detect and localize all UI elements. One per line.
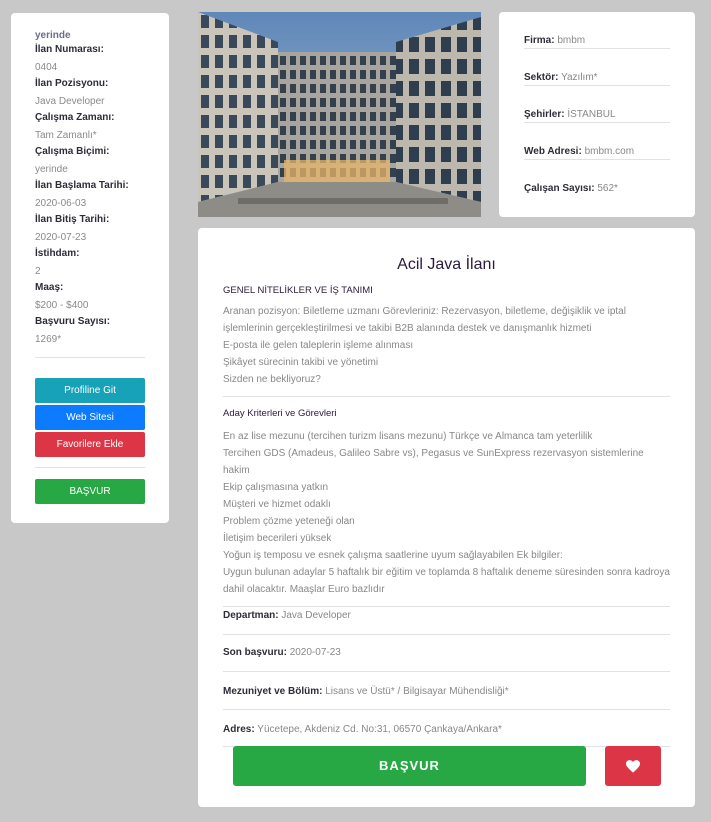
address-value: Yücetepe, Akdeniz Cd. No:31, 06570 Çanka… xyxy=(257,724,502,735)
department-value: Java Developer xyxy=(281,610,351,621)
end-date-label: İlan Bitiş Tarihi: xyxy=(35,214,110,225)
work-time-label: Çalışma Zamanı: xyxy=(35,112,115,123)
salary-label: Maaş: xyxy=(35,282,64,293)
end-date-value: 2020-07-23 xyxy=(35,232,87,243)
add-to-favorites-button[interactable]: Favorilere Ekle xyxy=(35,432,145,457)
divider xyxy=(35,467,145,468)
web-address-value: bmbm.com xyxy=(584,146,635,157)
work-style-top: yerinde xyxy=(35,30,71,41)
heart-icon xyxy=(626,759,640,773)
web-address-label: Web Adresi: xyxy=(524,146,582,157)
section-heading-qualifications: GENEL NİTELİKLER VE İŞ TANIMI xyxy=(223,285,373,296)
sector-value: Yazılım* xyxy=(561,72,598,83)
text-line: En az lise mezunu (tercihen turizm lisan… xyxy=(223,431,593,442)
company-name-value: bmbm xyxy=(557,35,586,46)
address-row: Adres: Yücetepe, Akdeniz Cd. No:31, 0657… xyxy=(223,710,670,746)
cities-value: İSTANBUL xyxy=(567,109,616,120)
divider xyxy=(35,357,145,358)
education-label: Mezuniyet ve Bölüm: xyxy=(223,686,323,697)
text-line: dahil olacaktır. Maaşlar Euro bazlıdır xyxy=(223,584,385,595)
start-date-label: İlan Başlama Tarihi: xyxy=(35,180,129,191)
department-label: Departman: xyxy=(223,610,279,621)
section-heading-criteria: Aday Kriterleri ve Görevleri xyxy=(223,408,337,419)
sector-label: Sektör: xyxy=(524,72,559,83)
text-line: E-posta ile gelen taleplerin işleme alın… xyxy=(223,340,414,351)
text-line: Problem çözme yeteneği olan xyxy=(223,516,355,527)
deadline-label: Son başvuru: xyxy=(223,647,287,658)
education-row: Mezuniyet ve Bölüm: Lisans ve Üstü* / Bi… xyxy=(223,672,670,709)
criteria-text: En az lise mezunu (tercihen turizm lisan… xyxy=(223,428,670,598)
qualifications-text: Aranan pozisyon: Biletleme uzmanı Görevl… xyxy=(223,303,670,388)
web-address-row: Web Adresi: bmbm.com xyxy=(524,123,670,160)
text-line: Müşteri ve hizmet odaklı xyxy=(223,499,331,510)
divider xyxy=(223,396,670,397)
employee-count-value: 562* xyxy=(597,183,618,194)
job-number-label: İlan Numarası: xyxy=(35,44,104,55)
company-info-card: Firma: bmbm Sektör: Yazılım* Şehirler: İ… xyxy=(499,12,695,217)
text-line: Tercihen GDS (Amadeus, Galileo Sabre vs)… xyxy=(223,448,644,476)
apply-button[interactable]: BAŞVUR xyxy=(35,479,145,504)
job-title: Acil Java İlanı xyxy=(397,256,496,273)
text-line: İletişim becerileri yüksek xyxy=(223,533,332,544)
company-name-label: Firma: xyxy=(524,35,555,46)
job-summary-card: yerinde İlan Numarası: 0404 İlan Pozisyo… xyxy=(11,13,169,523)
company-building-photo xyxy=(198,12,481,217)
work-time-value: Tam Zamanlı* xyxy=(35,130,97,141)
deadline-row: Son başvuru: 2020-07-23 xyxy=(223,635,670,671)
sector-row: Sektör: Yazılım* xyxy=(524,49,670,86)
employee-count-label: Çalışan Sayısı: xyxy=(524,183,595,194)
application-count-label: Başvuru Sayısı: xyxy=(35,316,111,327)
application-count-value: 1269* xyxy=(35,334,62,345)
position-label: İlan Pozisyonu: xyxy=(35,78,109,89)
address-label: Adres: xyxy=(223,724,255,735)
text-line: Şikâyet sürecinin takibi ve yönetimi xyxy=(223,357,379,368)
work-style-label: Çalışma Biçimi: xyxy=(35,146,110,157)
go-to-profile-button[interactable]: Profiline Git xyxy=(35,378,145,403)
favorite-button[interactable] xyxy=(605,746,661,786)
deadline-value: 2020-07-23 xyxy=(289,647,341,658)
department-row: Departman: Java Developer xyxy=(223,607,670,634)
start-date-value: 2020-06-03 xyxy=(35,198,87,209)
text-line: Uygun bulunan adaylar 5 haftalık bir eği… xyxy=(223,567,670,578)
work-style-value: yerinde xyxy=(35,164,68,175)
text-line: Ekip çalışmasına yatkın xyxy=(223,482,329,493)
job-number-value: 0404 xyxy=(35,62,58,73)
employment-value: 2 xyxy=(35,266,41,277)
apply-main-button[interactable]: BAŞVUR xyxy=(233,746,586,786)
text-line: Aranan pozisyon: Biletleme uzmanı Görevl… xyxy=(223,306,626,317)
salary-value: $200 - $400 xyxy=(35,300,89,311)
website-button[interactable]: Web Sitesi xyxy=(35,405,145,430)
text-line: işlemlerinin gerçekleştirilmesi ve takib… xyxy=(223,323,592,334)
text-line: Yoğun iş temposu ve esnek çalışma saatle… xyxy=(223,550,563,561)
employee-count-row: Çalışan Sayısı: 562* xyxy=(524,160,670,197)
education-value: Lisans ve Üstü* / Bilgisayar Mühendisliğ… xyxy=(325,686,509,697)
job-detail-card: Acil Java İlanı GENEL NİTELİKLER VE İŞ T… xyxy=(198,228,695,807)
company-name-row: Firma: bmbm xyxy=(524,12,670,49)
cities-row: Şehirler: İSTANBUL xyxy=(524,86,670,123)
building-image xyxy=(198,12,481,217)
text-line: Sizden ne bekliyoruz? xyxy=(223,374,321,385)
job-field-list: İlan Numarası: 0404 İlan Pozisyonu: Java… xyxy=(35,43,145,347)
cities-label: Şehirler: xyxy=(524,109,565,120)
employment-label: İstihdam: xyxy=(35,248,80,259)
position-value: Java Developer xyxy=(35,96,105,107)
